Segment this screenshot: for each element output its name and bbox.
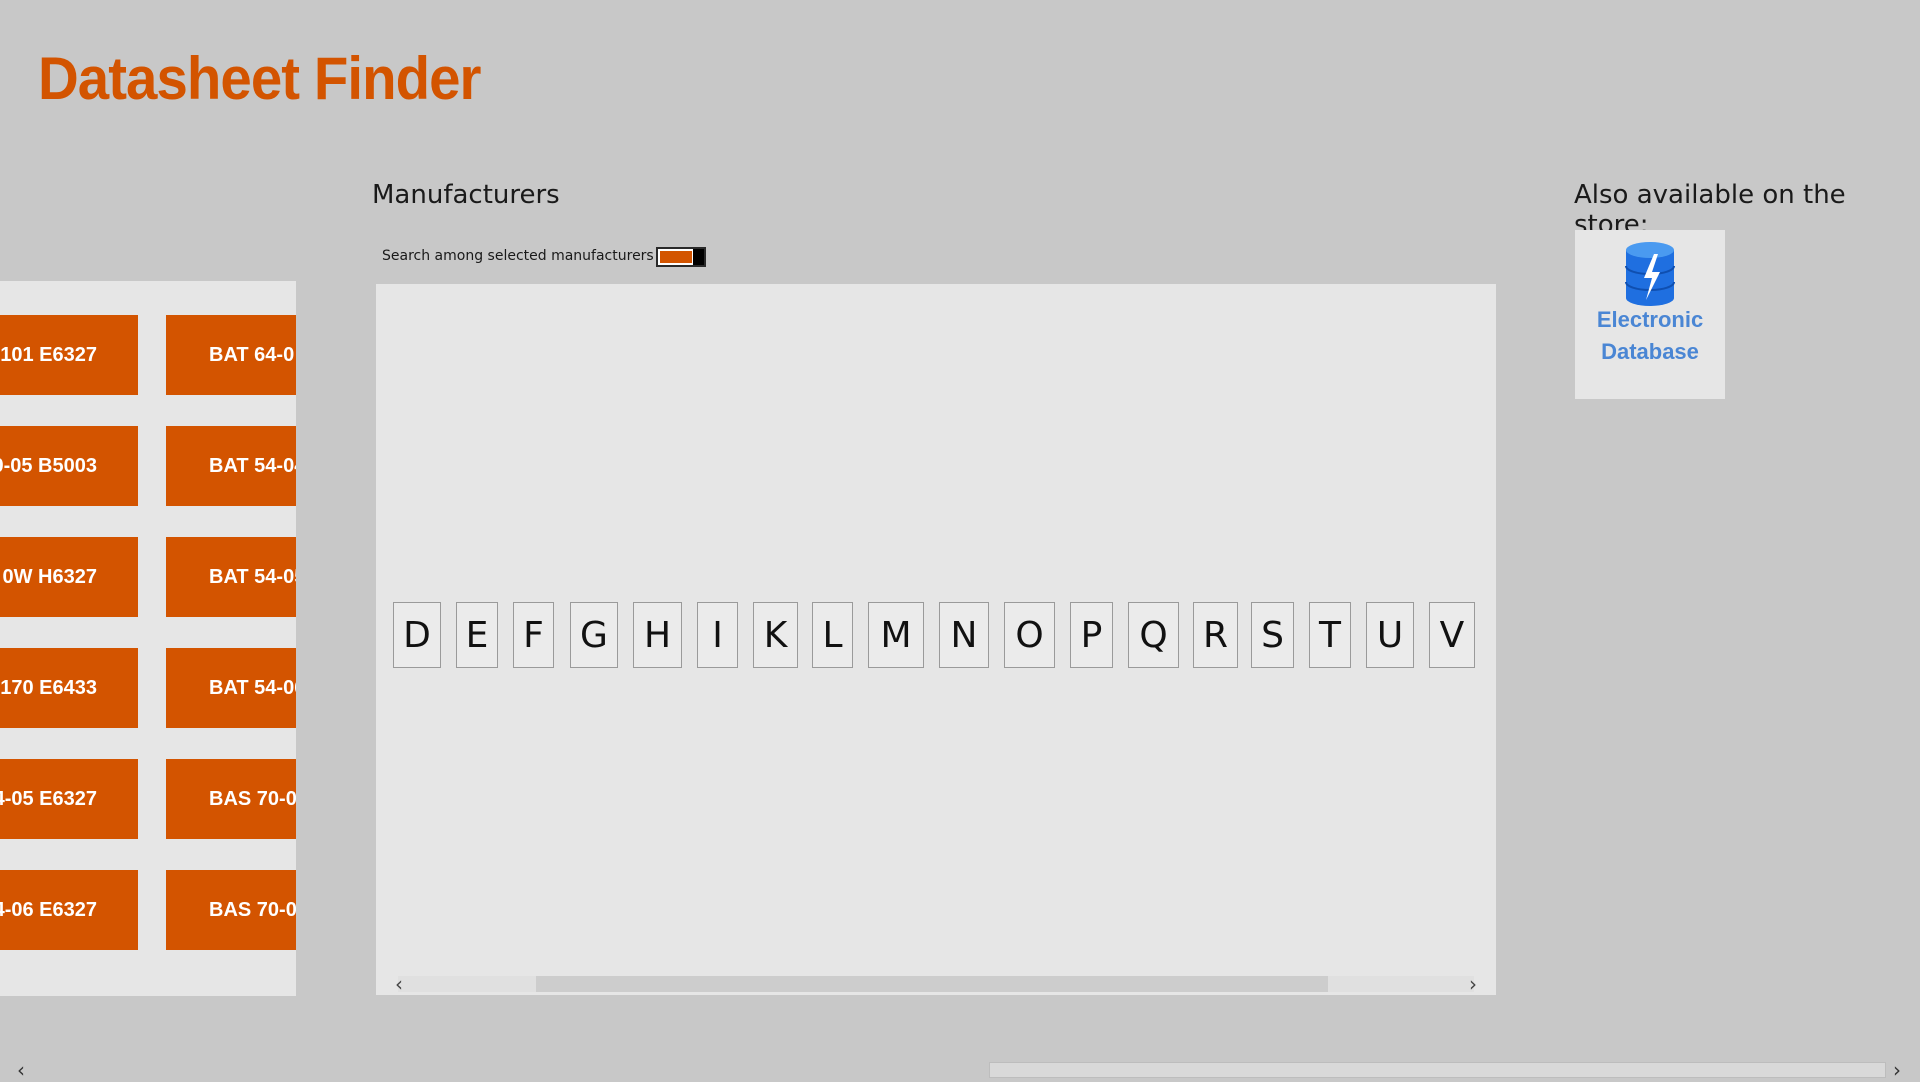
database-bolt-icon xyxy=(1625,242,1675,306)
electronic-database-app-link[interactable]: Electronic Database xyxy=(1575,230,1725,399)
letter-button[interactable]: G xyxy=(570,602,618,668)
letter-button[interactable]: U xyxy=(1366,602,1414,668)
letter-button[interactable]: N xyxy=(939,602,989,668)
letter-button[interactable]: R xyxy=(1193,602,1238,668)
parts-panel: 101 E6327 0-05 B5003 0W H6327 170 E6433 … xyxy=(0,281,296,996)
letter-button[interactable]: S xyxy=(1251,602,1294,668)
letter-button[interactable]: H xyxy=(633,602,682,668)
letter-button[interactable]: Q xyxy=(1128,602,1179,668)
part-tile[interactable]: BAT 54-04 xyxy=(166,426,296,506)
toggle-fill xyxy=(660,251,692,263)
letter-button[interactable]: E xyxy=(456,602,498,668)
part-tile[interactable]: 170 E6433 xyxy=(0,648,138,728)
part-tile-label: BAS 70-0 xyxy=(209,787,296,810)
page-scrollbar[interactable]: ‹ › xyxy=(0,1058,1920,1082)
part-tile-label: BAT 64-0 xyxy=(209,343,295,366)
letters-scrollbar[interactable]: ‹ › xyxy=(376,972,1496,996)
part-tile[interactable]: BAS 70-0 xyxy=(166,759,296,839)
part-tile[interactable]: 4-05 E6327 xyxy=(0,759,138,839)
letter-button[interactable]: T xyxy=(1309,602,1351,668)
part-tile[interactable]: 4-06 E6327 xyxy=(0,870,138,950)
letter-button[interactable]: I xyxy=(697,602,738,668)
part-tile[interactable]: 101 E6327 xyxy=(0,315,138,395)
store-app-name-line2: Database xyxy=(1601,339,1699,364)
letter-button[interactable]: D xyxy=(393,602,441,668)
part-tile-label: 101 E6327 xyxy=(0,343,97,366)
letter-button[interactable]: M xyxy=(868,602,924,668)
letter-button[interactable]: V xyxy=(1429,602,1475,668)
part-tile[interactable]: BAT 64-0 xyxy=(166,315,296,395)
chevron-right-icon[interactable]: › xyxy=(1462,972,1484,996)
toggle-thumb[interactable] xyxy=(693,249,704,265)
letter-button[interactable]: O xyxy=(1004,602,1055,668)
app-title: Datasheet Finder xyxy=(38,45,481,112)
part-tile-label: BAT 54-06 xyxy=(209,676,296,699)
part-tile-label: 170 E6433 xyxy=(0,676,97,699)
letter-button[interactable]: L xyxy=(812,602,853,668)
store-app-name-line1: Electronic xyxy=(1596,307,1704,332)
part-tile-label: 0W H6327 xyxy=(2,565,98,588)
manufacturer-letters-panel: D E F G H I K L M N O P Q R S T U V ‹ › xyxy=(376,284,1496,996)
chevron-left-icon[interactable]: ‹ xyxy=(388,972,410,996)
part-tile-label: 0-05 B5003 xyxy=(0,454,97,477)
part-tile[interactable]: 0-05 B5003 xyxy=(0,426,138,506)
chevron-right-icon[interactable]: › xyxy=(1886,1058,1908,1082)
letter-button[interactable]: F xyxy=(513,602,554,668)
scrollbar-thumb[interactable] xyxy=(536,976,1328,992)
letter-index: D E F G H I K L M N O P Q R S T U V xyxy=(393,602,1483,668)
part-tile-label: BAS 70-0 xyxy=(209,898,296,921)
chevron-left-icon[interactable]: ‹ xyxy=(10,1058,32,1082)
part-tile-label: BAT 54-05 xyxy=(209,565,296,588)
store-app-name: Electronic Database xyxy=(1575,304,1725,368)
part-tile[interactable]: BAT 54-05 xyxy=(166,537,296,617)
page-scrollbar-thumb[interactable] xyxy=(989,1062,1886,1078)
search-selected-toggle[interactable] xyxy=(656,247,706,267)
part-tile-label: 4-05 E6327 xyxy=(0,787,97,810)
part-tile[interactable]: 0W H6327 xyxy=(0,537,138,617)
search-selected-label: Search among selected manufacturers xyxy=(382,248,654,264)
part-tile-label: BAT 54-04 xyxy=(209,454,296,477)
part-tile[interactable]: BAS 70-0 xyxy=(166,870,296,950)
part-tile-label: 4-06 E6327 xyxy=(0,898,97,921)
part-tile[interactable]: BAT 54-06 xyxy=(166,648,296,728)
letter-button[interactable]: P xyxy=(1070,602,1113,668)
manufacturers-heading: Manufacturers xyxy=(372,180,560,210)
letter-button[interactable]: K xyxy=(753,602,798,668)
